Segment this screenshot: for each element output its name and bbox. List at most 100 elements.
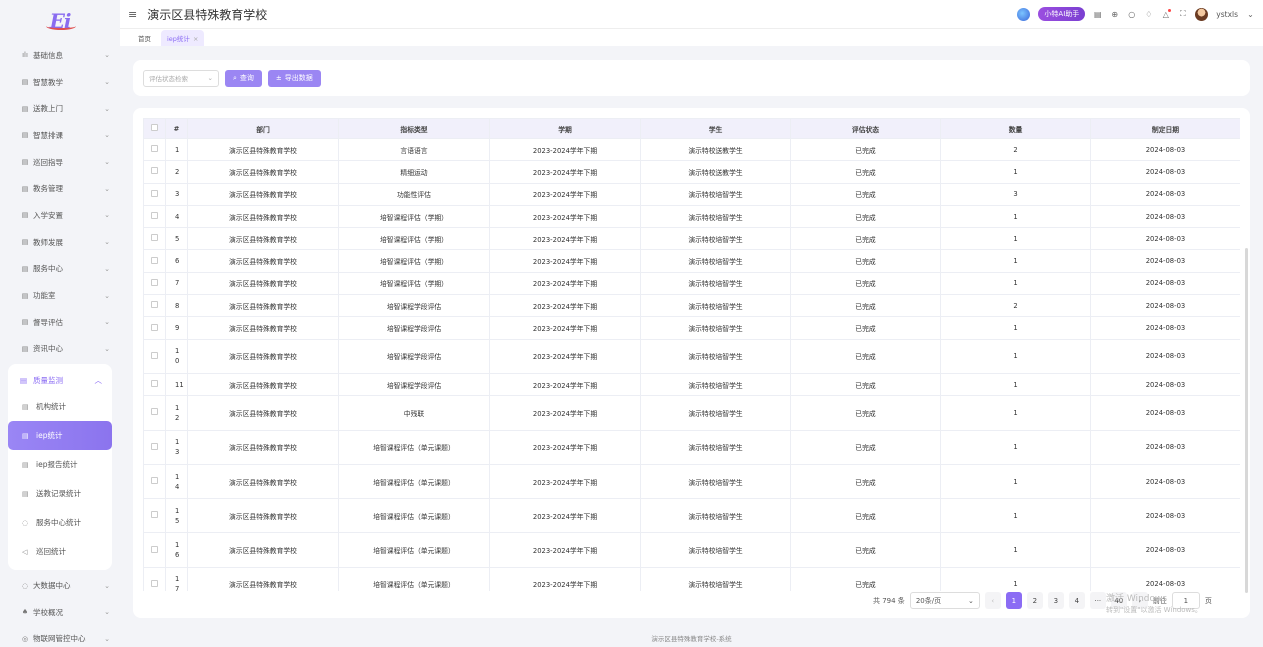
row-checkbox[interactable]	[151, 212, 158, 220]
table-row[interactable]: 2 演示区县特殊教育学校 精细运动 2023-2024学年下期 演示特校送教学生 已完成 1…	[143, 160, 1240, 184]
row-checkbox[interactable]	[151, 189, 158, 197]
row-checkbox[interactable]	[151, 323, 158, 331]
page-button[interactable]: 1	[1005, 592, 1022, 609]
table-row[interactable]: 13 演示区县特殊教育学校 培智课程评估（单元课题） 2023-2024学年下期 演示特…	[143, 429, 1240, 465]
page-button[interactable]: 3	[1047, 592, 1064, 609]
cell-status: 已完成	[790, 338, 941, 374]
table-wrap[interactable]: # 部门 指标类型 学期 学生 评估状态 数量 制定日期 1 演示区县特殊教育学校 言语语言 202…	[143, 118, 1240, 591]
cell-student: 演示特校培智学生	[640, 395, 791, 431]
table-row[interactable]: 1 演示区县特殊教育学校 言语语言 2023-2024学年下期 演示特校送教学生 已完成 2…	[143, 137, 1240, 162]
row-checkbox[interactable]	[151, 408, 158, 416]
column-header: 指标类型	[338, 118, 490, 139]
sidebar-item[interactable]: ♠ 学校概况 ⌄	[0, 599, 120, 626]
lock-icon[interactable]: ⊕	[1110, 10, 1119, 19]
submenu-item-label: 送教记录统计	[36, 489, 81, 499]
cell-type: 培智课程评估（单元课题）	[338, 463, 490, 500]
table-row[interactable]: 11 演示区县特殊教育学校 培智课程学段评估 2023-2024学年下期 演示特校培智学…	[143, 372, 1240, 397]
row-checkbox[interactable]	[151, 234, 158, 242]
row-checkbox[interactable]	[151, 442, 158, 450]
select-all-checkbox[interactable]	[151, 124, 158, 131]
sidebar-item-quality[interactable]: ▤ 质量监测 ︿	[8, 368, 112, 392]
more-pages-button[interactable]: ···	[1089, 592, 1106, 609]
page-button[interactable]: 4	[1068, 592, 1085, 609]
fullscreen-icon[interactable]: ⛶	[1178, 9, 1187, 19]
table-row[interactable]: 10 演示区县特殊教育学校 培智课程学段评估 2023-2024学年下期 演示特校培智学…	[143, 338, 1240, 374]
row-checkbox[interactable]	[151, 145, 158, 153]
row-checkbox[interactable]	[151, 256, 158, 264]
submenu-item[interactable]: ▤ iep统计	[8, 421, 112, 451]
sidebar-item[interactable]: ▤ 智慧排课 ⌄	[0, 122, 120, 149]
sidebar-item[interactable]: ▤ 督导评估 ⌄	[0, 309, 120, 336]
table-row[interactable]: 12 演示区县特殊教育学校 中残联 2023-2024学年下期 演示特校培智学生 已完成 1…	[143, 395, 1240, 431]
sidebar-item[interactable]: ▤ 教务管理 ⌄	[0, 175, 120, 202]
row-checkbox[interactable]	[151, 301, 158, 309]
row-checkbox[interactable]	[151, 278, 158, 286]
row-index: 17	[165, 566, 188, 591]
table-row[interactable]: 9 演示区县特殊教育学校 培智课程学段评估 2023-2024学年下期 演示特校培智学生…	[143, 316, 1240, 340]
submenu-item[interactable]: ▤ iep报告统计	[8, 450, 112, 479]
sidebar-item[interactable]: ▤ 资讯中心 ⌄	[0, 336, 120, 363]
status-select[interactable]: 评估状态检索 ⌄	[143, 69, 219, 87]
query-button[interactable]: ⌕ 查询	[225, 69, 262, 87]
shirt-icon[interactable]: ♢	[1144, 10, 1153, 19]
submenu-item[interactable]: ◁ 巡回统计	[8, 537, 112, 566]
table-row[interactable]: 4 演示区县特殊教育学校 培智课程评估（学期） 2023-2024学年下期 演示特校培智…	[143, 204, 1240, 229]
menu-toggle-icon[interactable]: ≡	[128, 8, 137, 21]
bell-icon[interactable]: △	[1161, 8, 1172, 19]
sidebar-item[interactable]: ▤ 智慧教学 ⌄	[0, 69, 120, 96]
ai-avatar-icon[interactable]	[1017, 7, 1031, 21]
sidebar-item[interactable]: ◌ 大数据中心 ⌄	[0, 572, 120, 599]
sidebar-item[interactable]: ▤ 送教上门 ⌄	[0, 95, 120, 122]
row-checkbox[interactable]	[151, 579, 158, 587]
prev-page-button[interactable]: ‹	[984, 592, 1001, 609]
export-button[interactable]: ± 导出数据	[267, 69, 321, 87]
row-checkbox[interactable]	[151, 511, 158, 519]
row-index-text: 13	[175, 438, 180, 457]
sidebar-item[interactable]: ◎ 物联网管控中心 ⌄	[0, 626, 120, 647]
chevron-down-icon[interactable]: ⌄	[1246, 10, 1255, 19]
table-row[interactable]: 16 演示区县特殊教育学校 培智课程评估（单元课题） 2023-2024学年下期 演示特…	[143, 532, 1240, 568]
row-index: 8	[165, 294, 188, 318]
chevron-down-icon: ⌄	[104, 184, 110, 193]
sidebar-item[interactable]: ılı 基础信息 ⌄	[0, 42, 120, 69]
page-button[interactable]: 2	[1026, 592, 1043, 609]
row-checkbox[interactable]	[151, 380, 158, 388]
table-row[interactable]: 8 演示区县特殊教育学校 培智课程学段评估 2023-2024学年下期 演示特校培智学生…	[143, 294, 1240, 318]
table-row[interactable]: 15 演示区县特殊教育学校 培智课程评估（单元课题） 2023-2024学年下期 演示特…	[143, 498, 1240, 534]
sidebar-item[interactable]: ▤ 教师发展 ⌄	[0, 229, 120, 256]
avatar[interactable]	[1195, 7, 1209, 21]
table-row[interactable]: 5 演示区县特殊教育学校 培智课程评估（学期） 2023-2024学年下期 演示特校培智…	[143, 227, 1240, 251]
search-icon[interactable]: ○	[1127, 10, 1136, 19]
menu-icon: ▤	[22, 431, 29, 440]
username[interactable]: ystxls	[1216, 10, 1238, 19]
sidebar-item[interactable]: ▤ 功能室 ⌄	[0, 282, 120, 309]
sidebar-item[interactable]: ▤ 入学安置 ⌄	[0, 202, 120, 229]
cell-student: 演示特校培智学生	[640, 227, 791, 251]
table-row[interactable]: 7 演示区县特殊教育学校 培智课程评估（学期） 2023-2024学年下期 演示特校培智…	[143, 271, 1240, 296]
cell-status: 已完成	[790, 182, 941, 206]
tab-iep-stats[interactable]: iep统计 ×	[161, 30, 205, 46]
page-suffix: 页	[1204, 596, 1212, 605]
sidebar-item[interactable]: ▤ 巡回指导 ⌄	[0, 149, 120, 176]
table-row[interactable]: 17 演示区县特殊教育学校 培智课程评估（单元课题） 2023-2024学年下期 演示特…	[143, 566, 1240, 591]
row-checkbox[interactable]	[151, 477, 158, 484]
sidebar-item[interactable]: ▤ 服务中心 ⌄	[0, 256, 120, 283]
row-checkbox[interactable]	[151, 545, 158, 553]
page-size-select[interactable]: 20条/页 ⌄	[909, 592, 980, 609]
table-row[interactable]: 3 演示区县特殊教育学校 功能性评估 2023-2024学年下期 演示特校培智学生 已完成…	[143, 182, 1240, 206]
submenu-item[interactable]: ◌ 服务中心统计	[8, 508, 112, 537]
cell-term: 2023-2024学年下期	[489, 271, 641, 296]
close-icon[interactable]: ×	[193, 35, 198, 43]
table-row[interactable]: 14 演示区县特殊教育学校 培智课程评估（单元课题） 2023-2024学年下期 演示特…	[143, 463, 1240, 500]
submenu-item[interactable]: ▤ 送教记录统计	[8, 479, 112, 508]
query-button-label: 查询	[239, 74, 254, 82]
row-checkbox[interactable]	[151, 167, 158, 175]
ai-assistant-button[interactable]: 小特AI助手	[1038, 7, 1086, 21]
submenu-item[interactable]: ▤ 机构统计	[8, 392, 112, 421]
table-scrollbar[interactable]	[1245, 248, 1248, 593]
row-checkbox[interactable]	[151, 351, 158, 359]
table-row[interactable]: 6 演示区县特殊教育学校 培智课程评估（学期） 2023-2024学年下期 演示特校培智…	[143, 249, 1240, 273]
tab-home[interactable]: 首页	[132, 30, 157, 46]
document-icon[interactable]: ▤	[1093, 10, 1102, 19]
cell-term: 2023-2024学年下期	[489, 160, 641, 184]
